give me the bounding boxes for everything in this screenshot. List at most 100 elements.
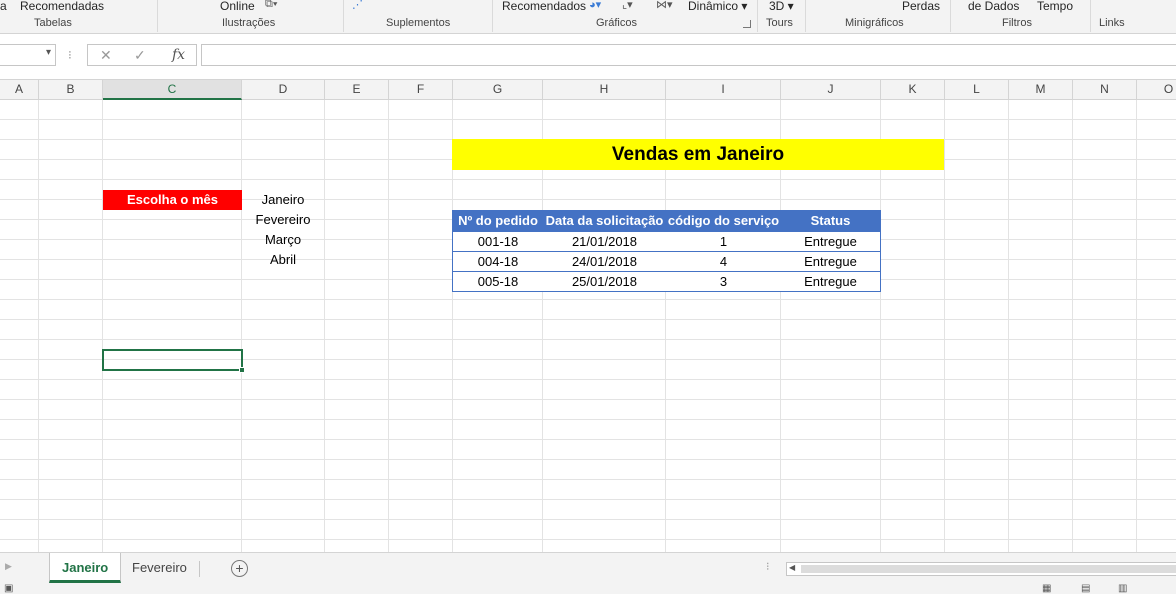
ribbon-separator — [805, 0, 806, 32]
column-header-h[interactable]: H — [543, 80, 666, 100]
column-header-o[interactable]: O — [1137, 80, 1176, 100]
cell-service-code[interactable]: 4 — [666, 252, 781, 272]
tab-separator — [199, 561, 200, 577]
fill-handle[interactable] — [239, 367, 245, 373]
ribbon-recommended-tables-button[interactable]: Recomendadas — [20, 0, 104, 13]
gridline — [1072, 100, 1073, 552]
splitter-dots-icon[interactable]: ⁝ — [766, 560, 770, 573]
cell-request-date[interactable]: 21/01/2018 — [543, 232, 666, 252]
column-header-f[interactable]: F — [389, 80, 453, 100]
macro-record-icon[interactable]: ▣ — [4, 584, 13, 594]
cell-status[interactable]: Entregue — [781, 272, 880, 292]
cell-request-date[interactable]: 25/01/2018 — [543, 272, 666, 292]
gridline — [102, 100, 103, 552]
scroll-left-icon[interactable]: ◀ — [789, 563, 795, 572]
header-request-date[interactable]: Data da solicitação — [543, 211, 666, 231]
column-header-n[interactable]: N — [1073, 80, 1137, 100]
active-cell-selection[interactable] — [102, 349, 243, 371]
column-header-j[interactable]: J — [781, 80, 881, 100]
month-cell-fevereiro[interactable]: Fevereiro — [242, 210, 324, 230]
column-header-e[interactable]: E — [325, 80, 389, 100]
formula-input[interactable] — [201, 44, 1176, 66]
scroll-tabs-right-icon[interactable]: ▶ — [5, 561, 12, 572]
splitter-dots-icon[interactable]: ⁝ — [68, 48, 72, 62]
group-label-sparklines: Minigráficos — [845, 17, 904, 29]
page-layout-view-icon[interactable]: ▤ — [1081, 584, 1090, 594]
month-cell-marco[interactable]: Março — [242, 230, 324, 250]
ribbon-3d-map-button[interactable]: 3D ▾ — [769, 0, 794, 13]
cell-service-code[interactable]: 1 — [666, 232, 781, 252]
line-chart-icon[interactable]: ⌞▾ — [622, 0, 633, 11]
gridline — [38, 100, 39, 552]
month-cell-abril[interactable]: Abril — [242, 250, 324, 270]
horizontal-scrollbar[interactable]: ◀ — [786, 562, 1176, 576]
column-header-m[interactable]: M — [1009, 80, 1073, 100]
ribbon-slicer-button[interactable]: de Dados — [968, 0, 1019, 13]
gridline — [1008, 100, 1009, 552]
ribbon-online-pictures-button[interactable]: Online — [220, 0, 255, 13]
scrollbar-thumb[interactable] — [801, 565, 1176, 573]
column-header-i[interactable]: I — [666, 80, 781, 100]
group-label-charts: Gráficos — [596, 17, 637, 29]
table-row: 004-18 24/01/2018 4 Entregue — [453, 251, 880, 271]
page-break-view-icon[interactable]: ▥ — [1118, 584, 1127, 594]
cell-service-code[interactable]: 3 — [666, 272, 781, 292]
cell-order-number[interactable]: 004-18 — [453, 252, 543, 272]
gridline — [241, 100, 242, 552]
choose-month-label[interactable]: Escolha o mês — [103, 190, 242, 210]
ribbon-recommended-charts-button[interactable]: Recomendados — [502, 0, 586, 13]
ribbon-timeline-button[interactable]: Tempo — [1037, 0, 1073, 13]
ribbon-separator — [950, 0, 951, 32]
column-header-b[interactable]: B — [39, 80, 103, 100]
insert-function-icon[interactable]: fx — [172, 47, 185, 63]
cell-order-number[interactable]: 005-18 — [453, 272, 543, 292]
column-header-a[interactable]: A — [0, 80, 39, 100]
table-row: 001-18 21/01/2018 1 Entregue — [453, 231, 880, 251]
column-header-g[interactable]: G — [453, 80, 543, 100]
name-box[interactable]: ▾ — [0, 44, 56, 66]
ribbon-pivot-chart-button[interactable]: Dinâmico ▾ — [688, 0, 747, 13]
group-label-links: Links — [1099, 17, 1125, 29]
ribbon-separator — [757, 0, 758, 32]
column-header-l[interactable]: L — [945, 80, 1009, 100]
scatter-chart-icon[interactable]: ⋈▾ — [656, 0, 673, 11]
header-service-code[interactable]: código do serviço — [666, 211, 781, 231]
month-cell-janeiro[interactable]: Janeiro — [242, 190, 324, 210]
ribbon-item-tables-partial[interactable]: a — [0, 0, 7, 13]
cell-order-number[interactable]: 001-18 — [453, 232, 543, 252]
ribbon-separator — [1090, 0, 1091, 32]
cell-status[interactable]: Entregue — [781, 252, 880, 272]
column-headers: A B C D E F G H I J K L M N O — [0, 80, 1176, 100]
dialog-launcher-icon[interactable] — [743, 20, 751, 28]
column-header-k[interactable]: K — [881, 80, 945, 100]
formula-bar: ▾ ⁝ ✕ ✓ fx — [0, 34, 1176, 80]
table-header-row: Nº do pedido Data da solicitação código … — [453, 211, 880, 231]
sheet-title-cell[interactable]: Vendas em Janeiro — [452, 139, 944, 170]
cancel-icon[interactable]: ✕ — [100, 47, 112, 64]
orders-table: Nº do pedido Data da solicitação código … — [452, 210, 881, 292]
group-label-addins: Suplementos — [386, 17, 451, 29]
cell-status[interactable]: Entregue — [781, 232, 880, 252]
add-sheet-icon[interactable]: + — [231, 560, 248, 577]
ribbon-win-loss-button[interactable]: Perdas — [902, 0, 940, 13]
3d-map-label: 3D — [769, 0, 785, 13]
status-bar: ▣ ▦ ▤ ▥ — [0, 584, 1176, 594]
tab-janeiro[interactable]: Janeiro — [49, 553, 122, 583]
normal-view-icon[interactable]: ▦ — [1042, 584, 1051, 594]
header-status[interactable]: Status — [781, 211, 880, 231]
ribbon: a Recomendadas Online ⧉▾ ⋰ Recomendados … — [0, 0, 1176, 34]
cell-request-date[interactable]: 24/01/2018 — [543, 252, 666, 272]
store-icon[interactable]: ⋰ — [352, 0, 363, 11]
pie-chart-icon[interactable]: ◕▾ — [589, 0, 601, 11]
column-header-d[interactable]: D — [242, 80, 325, 100]
chevron-down-icon[interactable]: ▾ — [46, 47, 51, 58]
enter-icon[interactable]: ✓ — [134, 47, 146, 64]
ribbon-separator — [492, 0, 493, 32]
group-label-filters: Filtros — [1002, 17, 1032, 29]
gridline — [324, 100, 325, 552]
worksheet-grid[interactable]: Vendas em Janeiro Escolha o mês Janeiro … — [0, 100, 1176, 552]
header-order-number[interactable]: Nº do pedido — [453, 211, 543, 231]
3d-models-icon[interactable]: ⧉▾ — [265, 0, 277, 11]
tab-fevereiro[interactable]: Fevereiro — [120, 553, 199, 583]
column-header-c[interactable]: C — [103, 80, 242, 100]
